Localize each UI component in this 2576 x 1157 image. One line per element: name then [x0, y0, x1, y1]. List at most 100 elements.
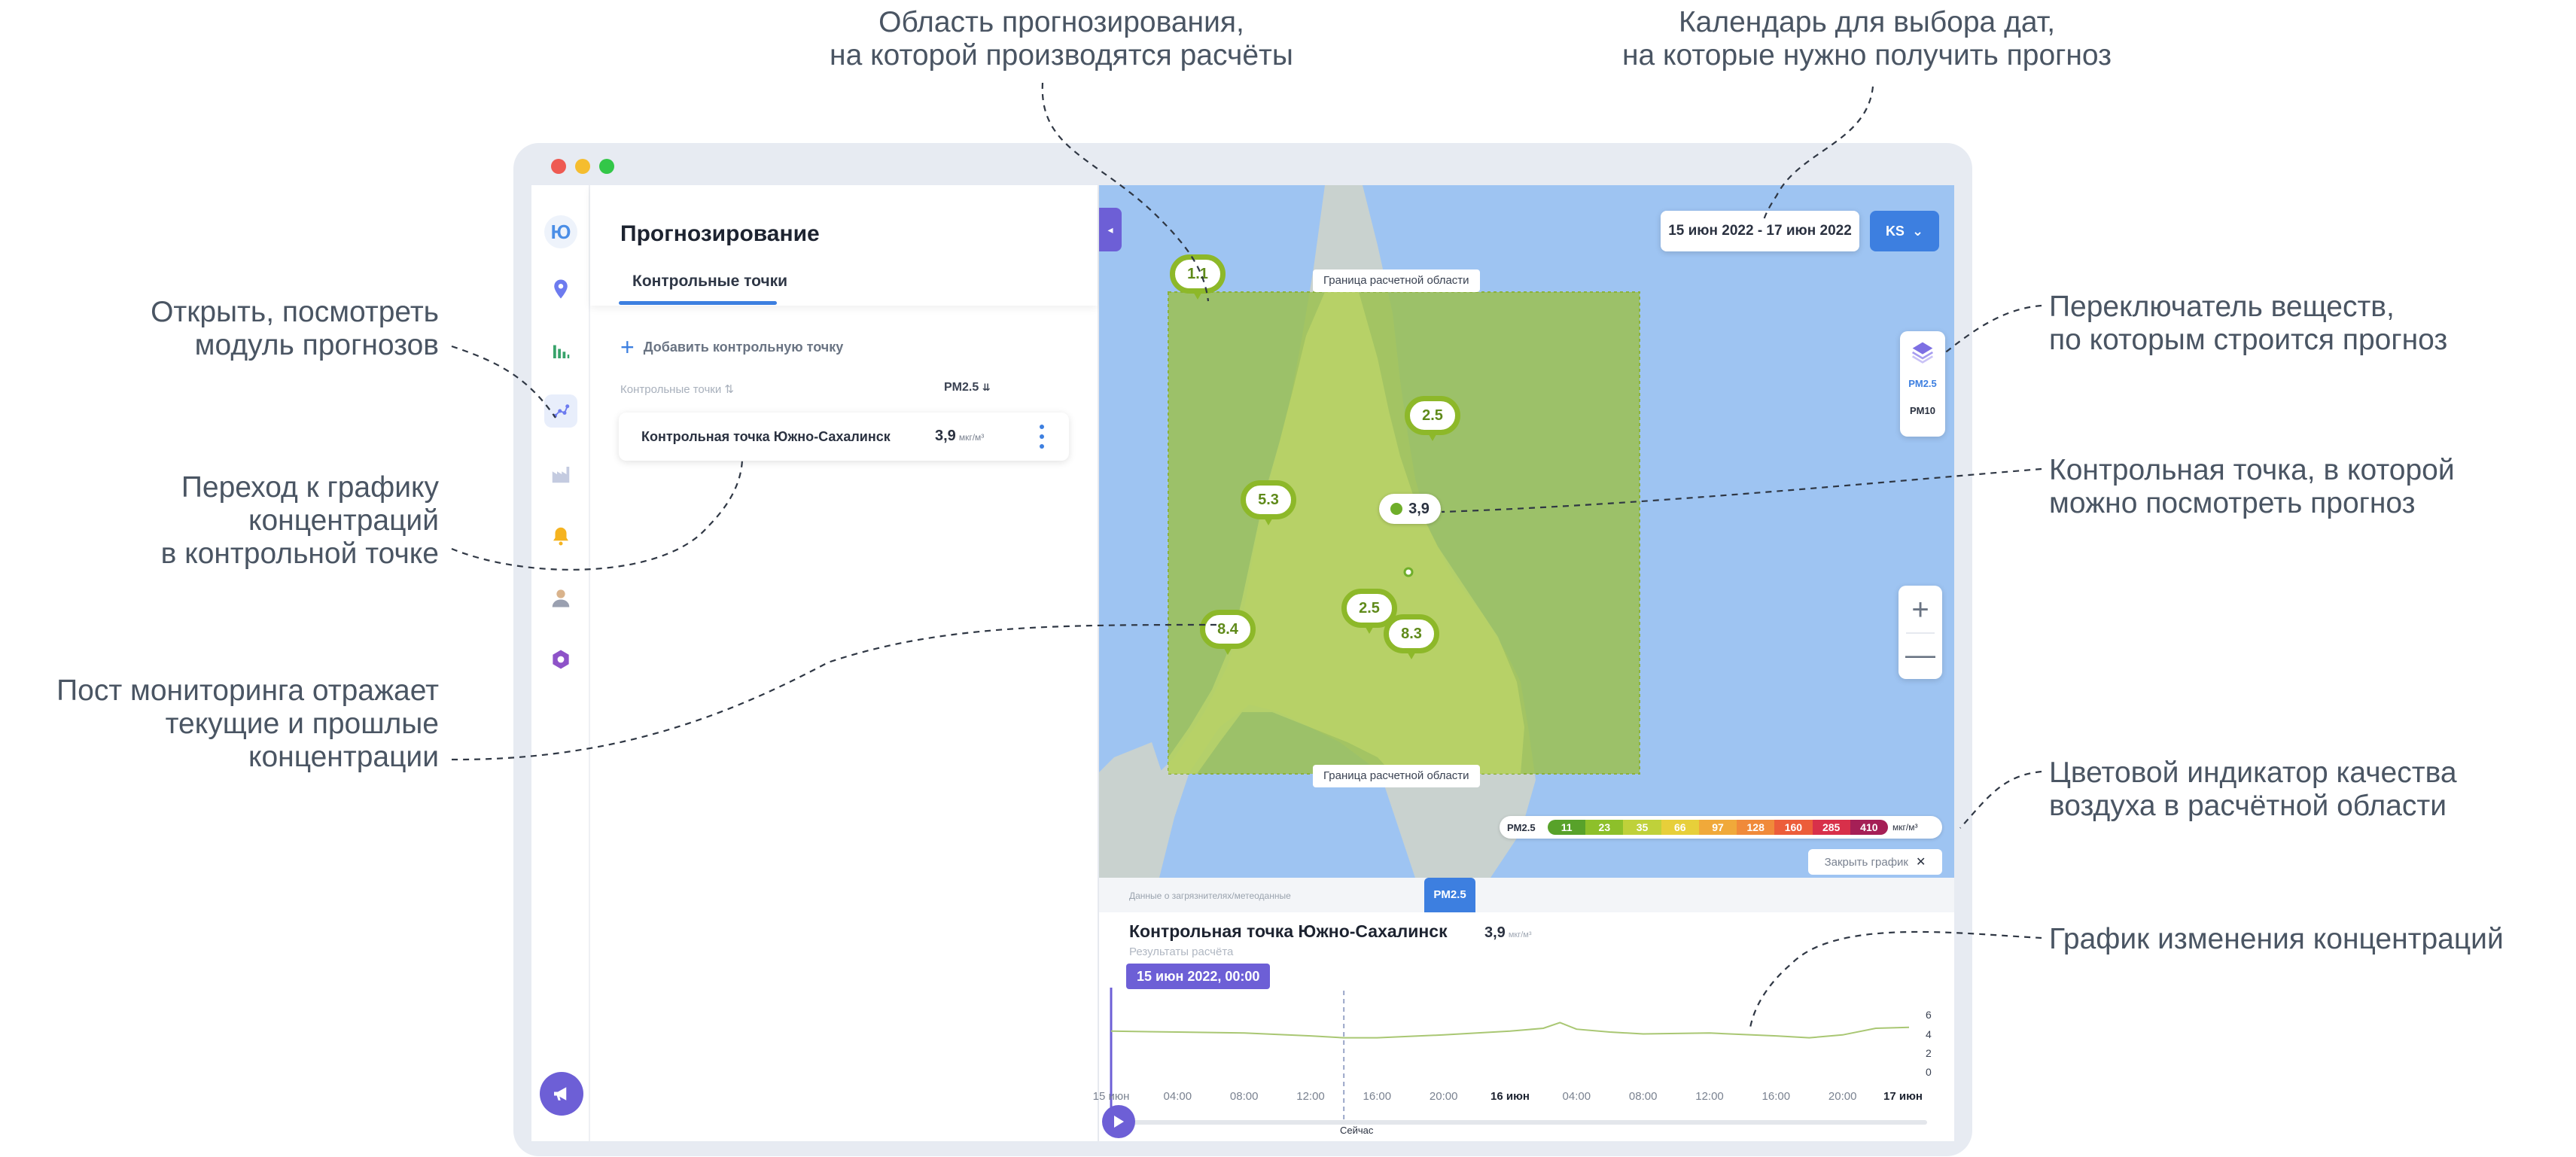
list-header-name[interactable]: Контрольные точки ⇅ — [620, 382, 734, 396]
legend-step: 66 — [1661, 820, 1699, 835]
window-minimize-dot[interactable] — [575, 159, 590, 174]
x-tick-label: 15 июн — [1092, 1090, 1130, 1103]
zoom-in-button[interactable]: + — [1899, 589, 1942, 631]
add-control-point-label: Добавить контрольную точку — [643, 339, 844, 355]
callout-control-point: Контрольная точка, в которой можно посмо… — [2049, 454, 2455, 519]
series-line-0 — [1110, 1022, 1910, 1039]
legend-step: 410 — [1850, 820, 1888, 835]
area-boundary-label-bottom: Граница расчетной области — [1313, 765, 1480, 787]
x-tick-label: 12:00 — [1695, 1090, 1724, 1103]
control-point-dot — [1390, 503, 1403, 515]
substance-switcher: PM2.5 PM10 — [1900, 331, 1945, 437]
map-pin-icon[interactable] — [544, 273, 577, 306]
x-tick-label: 08:00 — [1229, 1090, 1259, 1103]
factory-icon[interactable] — [544, 458, 577, 491]
collapse-panel-button[interactable]: ◂ — [1099, 208, 1122, 251]
play-icon — [1114, 1116, 1124, 1128]
x-tick-label: 08:00 — [1628, 1090, 1658, 1103]
callout-calendar: Календарь для выбора дат, на которые нуж… — [1621, 6, 2112, 72]
chevron-down-icon: ⌄ — [1911, 223, 1924, 239]
play-button[interactable] — [1102, 1105, 1135, 1138]
close-chart-button[interactable]: Закрыть график ✕ — [1808, 849, 1942, 875]
air-quality-legend: PM2.5 11 23 35 66 97 128 160 285 410 мкг/м³ — [1500, 816, 1942, 839]
y-tick-label: 4 — [1926, 1028, 1932, 1040]
x-tick-label: 12:00 — [1296, 1090, 1325, 1103]
plus-icon: + — [620, 333, 635, 361]
bell-icon[interactable] — [544, 519, 577, 553]
sort-desc-icon: ⇊ — [982, 382, 991, 393]
legend-step: 160 — [1774, 820, 1813, 835]
y-tick-label: 0 — [1926, 1066, 1932, 1078]
substance-option-pm10[interactable]: PM10 — [1900, 405, 1945, 416]
legend-step: 23 — [1585, 820, 1624, 835]
presentation-slide: Область прогнозирования, на которой прои… — [0, 0, 2576, 1157]
callout-substance-switch: Переключатель веществ, по которым строит… — [2049, 291, 2448, 356]
sort-icon: ⇅ — [724, 383, 734, 396]
x-tick-label: 04:00 — [1163, 1090, 1192, 1103]
monitoring-post-marker-1-1[interactable]: 1.1 — [1170, 254, 1226, 301]
monitoring-post-marker-8-3[interactable]: 8.3 — [1384, 614, 1439, 661]
concentration-chart-panel: Данные о загрязнителях/метеоданные PM2.5… — [1093, 878, 1954, 1141]
icon-sidebar: Ю — [531, 185, 590, 1141]
legend-label: PM2.5 — [1507, 821, 1536, 833]
panel-header: Прогнозирование Контрольные точки — [590, 185, 1098, 306]
date-range-picker[interactable]: 15 июн 2022 - 17 июн 2022 — [1661, 211, 1859, 251]
callout-forecast-area: Область прогнозирования, на которой прои… — [830, 6, 1293, 72]
legend-step: 285 — [1812, 820, 1850, 835]
page-title: Прогнозирование — [620, 221, 820, 246]
zoom-out-button[interactable]: — — [1899, 634, 1942, 676]
timeline-track[interactable] — [1129, 1120, 1927, 1125]
close-icon: ✕ — [1915, 856, 1926, 869]
control-point-marker[interactable]: 3,9 — [1379, 494, 1441, 524]
x-tick-label: 20:00 — [1828, 1090, 1857, 1103]
legend-step: 35 — [1623, 820, 1661, 835]
layers-icon[interactable] — [1911, 340, 1935, 364]
monitoring-post-marker-8-4[interactable]: 8.4 — [1200, 610, 1256, 656]
y-tick-label: 6 — [1926, 1009, 1932, 1022]
callout-color-indicator: Цветовой индикатор качества воздуха в ра… — [2049, 757, 2457, 822]
map-terrain — [1099, 185, 1640, 878]
legend-step: 128 — [1737, 820, 1775, 835]
tab-control-points[interactable]: Контрольные точки — [632, 273, 787, 291]
more-vertical-icon[interactable] — [1037, 425, 1046, 449]
legend-scale: 11 23 35 66 97 128 160 285 410 — [1548, 820, 1888, 835]
x-tick-label: 16 июн — [1490, 1090, 1530, 1103]
x-tick-label: 16:00 — [1761, 1090, 1791, 1103]
control-point-name: Контрольная точка Южно-Сахалинск — [641, 429, 891, 444]
x-tick-label: 16:00 — [1363, 1090, 1392, 1103]
megaphone-icon[interactable] — [540, 1072, 583, 1116]
monitoring-post-marker-2-5-north[interactable]: 2.5 — [1405, 396, 1460, 443]
add-control-point-button[interactable]: + Добавить контрольную точку — [620, 333, 844, 361]
window-maximize-dot[interactable] — [599, 159, 614, 174]
tab-active-indicator — [619, 301, 777, 305]
now-label: Сейчас — [1340, 1125, 1374, 1136]
user-icon[interactable] — [544, 581, 577, 614]
app-content: Ю Прогнозирование Контрольные точки + До… — [531, 185, 1954, 1141]
bar-chart-icon[interactable] — [544, 334, 577, 367]
y-tick-label: 2 — [1926, 1046, 1932, 1059]
forecast-scatter-icon[interactable] — [544, 394, 577, 428]
callout-go-to-chart: Переход к графику концентраций в контрол… — [160, 471, 439, 570]
control-point-value: 3,9 мкг/м³ — [935, 428, 985, 444]
x-tick-label: 04:00 — [1562, 1090, 1591, 1103]
zoom-control: + — — [1899, 586, 1942, 679]
monitoring-post-marker-5-3[interactable]: 5.3 — [1241, 480, 1296, 527]
cursor-time-tag: 15 июн 2022, 00:00 — [1126, 964, 1271, 989]
list-header-value[interactable]: PM2.5 ⇊ — [944, 381, 991, 394]
callout-chart: График изменения концентраций — [2049, 923, 2504, 955]
window-close-dot[interactable] — [551, 159, 566, 174]
map-view[interactable]: ◂ Граница расчетной области Граница расч… — [1099, 185, 1954, 878]
substance-option-pm25[interactable]: PM2.5 — [1900, 378, 1945, 389]
callout-monitoring-post: Пост мониторинга отражает текущие и прош… — [56, 674, 439, 773]
app-window: Ю Прогнозирование Контрольные точки + До… — [513, 143, 1972, 1156]
area-boundary-label-top: Граница расчетной области — [1313, 269, 1480, 292]
control-point-row[interactable]: Контрольная точка Южно-Сахалинск 3,9 мкг/… — [619, 413, 1069, 461]
x-tick-label: 20:00 — [1429, 1090, 1458, 1103]
forecast-panel: Прогнозирование Контрольные точки + Доба… — [590, 185, 1099, 1141]
app-logo[interactable]: Ю — [544, 215, 577, 248]
legend-step: 11 — [1548, 820, 1586, 835]
legend-step: 97 — [1698, 820, 1737, 835]
user-menu-button[interactable]: KS ⌄ — [1870, 211, 1939, 251]
hexagon-icon[interactable] — [544, 643, 577, 676]
callout-open-module: Открыть, посмотреть модуль прогнозов — [151, 296, 439, 361]
